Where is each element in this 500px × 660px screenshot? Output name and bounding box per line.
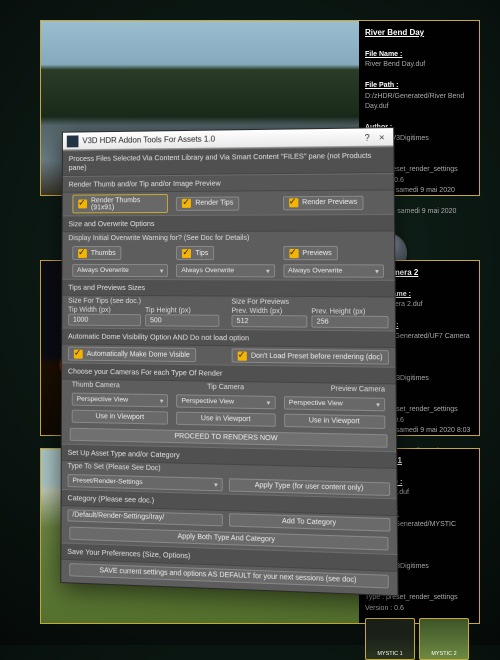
tip-width-input[interactable]: 1000 bbox=[68, 314, 141, 327]
add-category-button[interactable]: Add To Category bbox=[229, 513, 391, 532]
render-option-row: Render Thumbs (91x91) Render Tips Render… bbox=[63, 190, 394, 215]
previews-check[interactable]: Previews bbox=[283, 246, 338, 260]
tip-height-input[interactable]: 500 bbox=[145, 314, 219, 327]
tip-camera-dd[interactable]: Perspective View bbox=[176, 394, 275, 409]
previews-overwrite-dd[interactable]: Always Overwrite bbox=[283, 264, 384, 278]
app-icon bbox=[67, 135, 79, 147]
tip-height-label: Tip Height (px) bbox=[145, 307, 219, 315]
process-header: Process Files Selected Via Content Libra… bbox=[63, 146, 394, 176]
label-filepath: File Path : bbox=[365, 81, 473, 92]
overwrite-dd-row: Always Overwrite Always Overwrite Always… bbox=[62, 262, 394, 280]
tip-width-label: Tip Width (px) bbox=[68, 307, 141, 315]
hdr-addon-dialog: V3D HDR Addon Tools For Assets 1.0 ? × P… bbox=[60, 127, 398, 596]
value-filename: River Bend Day.duf bbox=[365, 60, 473, 71]
value-version: Version : 0.6 bbox=[365, 604, 473, 615]
preview-width-label: Prev. Width (px) bbox=[231, 308, 307, 316]
preview-width-input[interactable]: 512 bbox=[231, 315, 307, 328]
check-icon bbox=[78, 249, 87, 258]
use-viewport-preview[interactable]: Use in Viewport bbox=[284, 414, 386, 429]
tips-check[interactable]: Tips bbox=[176, 246, 214, 260]
use-viewport-thumb[interactable]: Use in Viewport bbox=[72, 410, 169, 425]
check-icon bbox=[182, 249, 191, 258]
preview-height-label: Prev. Height (px) bbox=[311, 308, 388, 316]
thumb-camera-label: Thumb Camera bbox=[68, 382, 172, 391]
render-previews-toggle[interactable]: Render Previews bbox=[283, 195, 364, 210]
preview-camera-label: Preview Camera bbox=[279, 385, 389, 394]
render-thumbs-toggle[interactable]: Render Thumbs (91x91) bbox=[72, 194, 168, 213]
help-button[interactable]: ? bbox=[360, 131, 375, 143]
value-filepath: D:/zHDR/Generated/River Bend Day.duf bbox=[365, 92, 473, 113]
card-title: River Bend Day bbox=[365, 27, 473, 39]
tip-camera-label: Tip Camera bbox=[172, 383, 279, 392]
thumb-label: MYSTIC 2 bbox=[420, 650, 468, 658]
thumbs-check[interactable]: Thumbs bbox=[72, 246, 121, 260]
dialog-title: V3D HDR Addon Tools For Assets 1.0 bbox=[82, 135, 215, 146]
mini-thumb[interactable]: MYSTIC 1 bbox=[365, 618, 415, 660]
check-icon bbox=[78, 199, 87, 208]
size-overwrite-header: Size and Overwrite Options bbox=[63, 214, 395, 232]
display-warning-label: Display Initial Overwrite Warning for? (… bbox=[68, 235, 249, 242]
size-previews-label: Size For Previews bbox=[231, 299, 388, 307]
dont-load-toggle[interactable]: Don't Load Preset before rendering (doc) bbox=[232, 348, 389, 364]
check-icon bbox=[74, 349, 83, 358]
check-icon bbox=[182, 199, 191, 208]
thumb-label: MYSTIC 1 bbox=[366, 650, 414, 658]
preview-height-input[interactable]: 256 bbox=[311, 315, 388, 328]
render-tips-toggle[interactable]: Render Tips bbox=[176, 196, 239, 210]
check-icon bbox=[238, 351, 247, 360]
thumb-camera-dd[interactable]: Perspective View bbox=[72, 393, 169, 408]
thumbs-overwrite-dd[interactable]: Always Overwrite bbox=[72, 264, 168, 277]
mini-thumb[interactable]: MYSTIC 2 bbox=[419, 618, 469, 660]
check-icon bbox=[289, 198, 298, 207]
warning-checkbox-row: Thumbs Tips Previews bbox=[62, 244, 394, 263]
render-tti-header: Render Thumb and/or Tip and/or Image Pre… bbox=[63, 173, 394, 193]
close-button[interactable]: × bbox=[374, 131, 389, 143]
tips-overwrite-dd[interactable]: Always Overwrite bbox=[176, 264, 275, 277]
sizes-header: Tips and Previews Sizes bbox=[62, 279, 394, 298]
type-to-set-label: Type To Set (Please See Doc) bbox=[68, 463, 161, 472]
check-icon bbox=[289, 248, 298, 257]
size-tips-label: Size For Tips (see doc.) bbox=[68, 298, 219, 306]
preview-camera-dd[interactable]: Perspective View bbox=[284, 396, 386, 411]
label-filename: File Name : bbox=[365, 50, 473, 61]
category-input[interactable]: /Default/Render-Settings/Iray/ bbox=[67, 509, 222, 526]
auto-dome-toggle[interactable]: Automatically Make Dome Visible bbox=[68, 347, 196, 363]
use-viewport-tip[interactable]: Use in Viewport bbox=[176, 412, 275, 427]
